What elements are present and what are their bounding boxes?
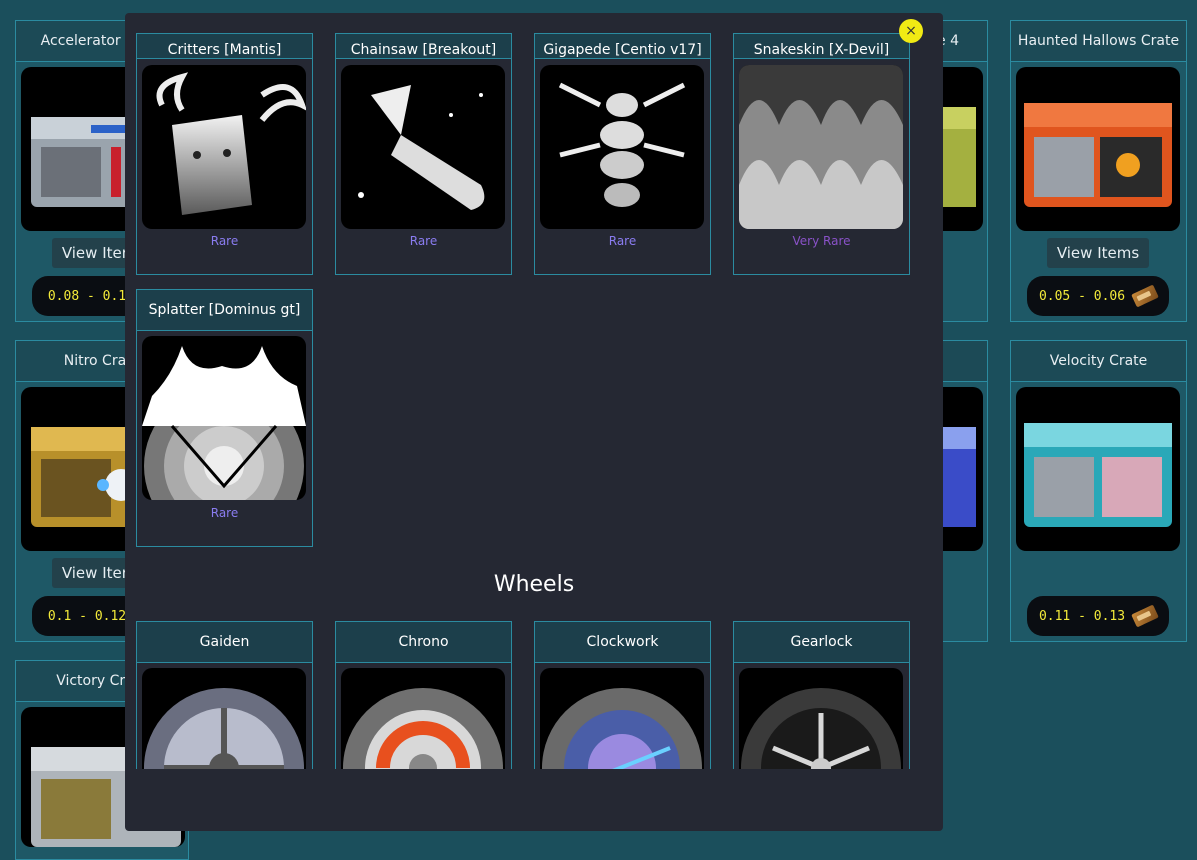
key-icon [1131, 604, 1159, 628]
crate-title: Velocity Crate [1011, 341, 1186, 382]
decal-card-gigapede[interactable]: Gigapede [Centio v17] Rare [534, 33, 711, 275]
item-image [540, 668, 704, 769]
decal-card-snakeskin[interactable]: Snakeskin [X-Devil] Very Rare [733, 33, 910, 275]
rarity-label: Rare [210, 234, 239, 248]
wheel-card-chrono[interactable]: Chrono [335, 621, 512, 769]
wheel-card-gaiden[interactable]: Gaiden [136, 621, 313, 769]
item-image [142, 65, 306, 229]
rarity-label: Rare [409, 234, 438, 248]
item-title: Gaiden [137, 622, 312, 663]
wheel-card-clockwork[interactable]: Clockwork [534, 621, 711, 769]
item-image [739, 65, 903, 229]
decal-card-chainsaw[interactable]: Chainsaw [Breakout] Rare [335, 33, 512, 275]
price-badge: 0.05 - 0.06 [1027, 276, 1169, 316]
item-title: Gearlock [734, 622, 909, 663]
item-title: Gigapede [Centio v17] [535, 34, 710, 59]
key-icon [1131, 284, 1159, 308]
crate-title: Haunted Hallows Crate [1011, 21, 1186, 62]
item-title: Clockwork [535, 622, 710, 663]
price-badge: 0.11 - 0.13 [1027, 596, 1169, 636]
price-text: 0.08 - 0.1 [47, 288, 127, 304]
rarity-label: Very Rare [792, 234, 851, 248]
item-title: Chrono [336, 622, 511, 663]
modal-scroll-area[interactable]: Critters [Mantis] Rare Chainsaw [Breakou… [125, 13, 943, 769]
view-items-button[interactable]: View Items [1047, 238, 1149, 268]
item-title: Chainsaw [Breakout] [336, 34, 511, 59]
rarity-label: Rare [210, 506, 239, 520]
item-title: Critters [Mantis] [137, 34, 312, 59]
item-image [142, 668, 306, 769]
decal-card-critters[interactable]: Critters [Mantis] Rare [136, 33, 313, 275]
close-icon[interactable]: × [899, 19, 923, 43]
item-image [142, 336, 306, 500]
item-image [341, 65, 505, 229]
crate-card-haunted-hallows: Haunted Hallows Crate View Items 0.05 - … [1010, 20, 1187, 322]
price-text: 0.05 - 0.06 [1038, 288, 1126, 304]
price-text: 0.1 - 0.12 [47, 608, 127, 624]
decal-card-splatter[interactable]: Splatter [Dominus gt] Rare [136, 289, 313, 547]
rarity-label: Rare [608, 234, 637, 248]
section-heading-wheels: Wheels [493, 572, 575, 597]
item-image [739, 668, 903, 769]
price-text: 0.11 - 0.13 [1038, 608, 1126, 624]
wheel-card-gearlock[interactable]: Gearlock [733, 621, 910, 769]
item-image [341, 668, 505, 769]
crate-image [1016, 387, 1180, 551]
item-image [540, 65, 704, 229]
crate-card-velocity: Velocity Crate 0.11 - 0.13 [1010, 340, 1187, 642]
item-title: Snakeskin [X-Devil] [734, 34, 909, 59]
item-title: Splatter [Dominus gt] [137, 290, 312, 331]
crate-image [1016, 67, 1180, 231]
items-modal: Critters [Mantis] Rare Chainsaw [Breakou… [125, 13, 943, 831]
